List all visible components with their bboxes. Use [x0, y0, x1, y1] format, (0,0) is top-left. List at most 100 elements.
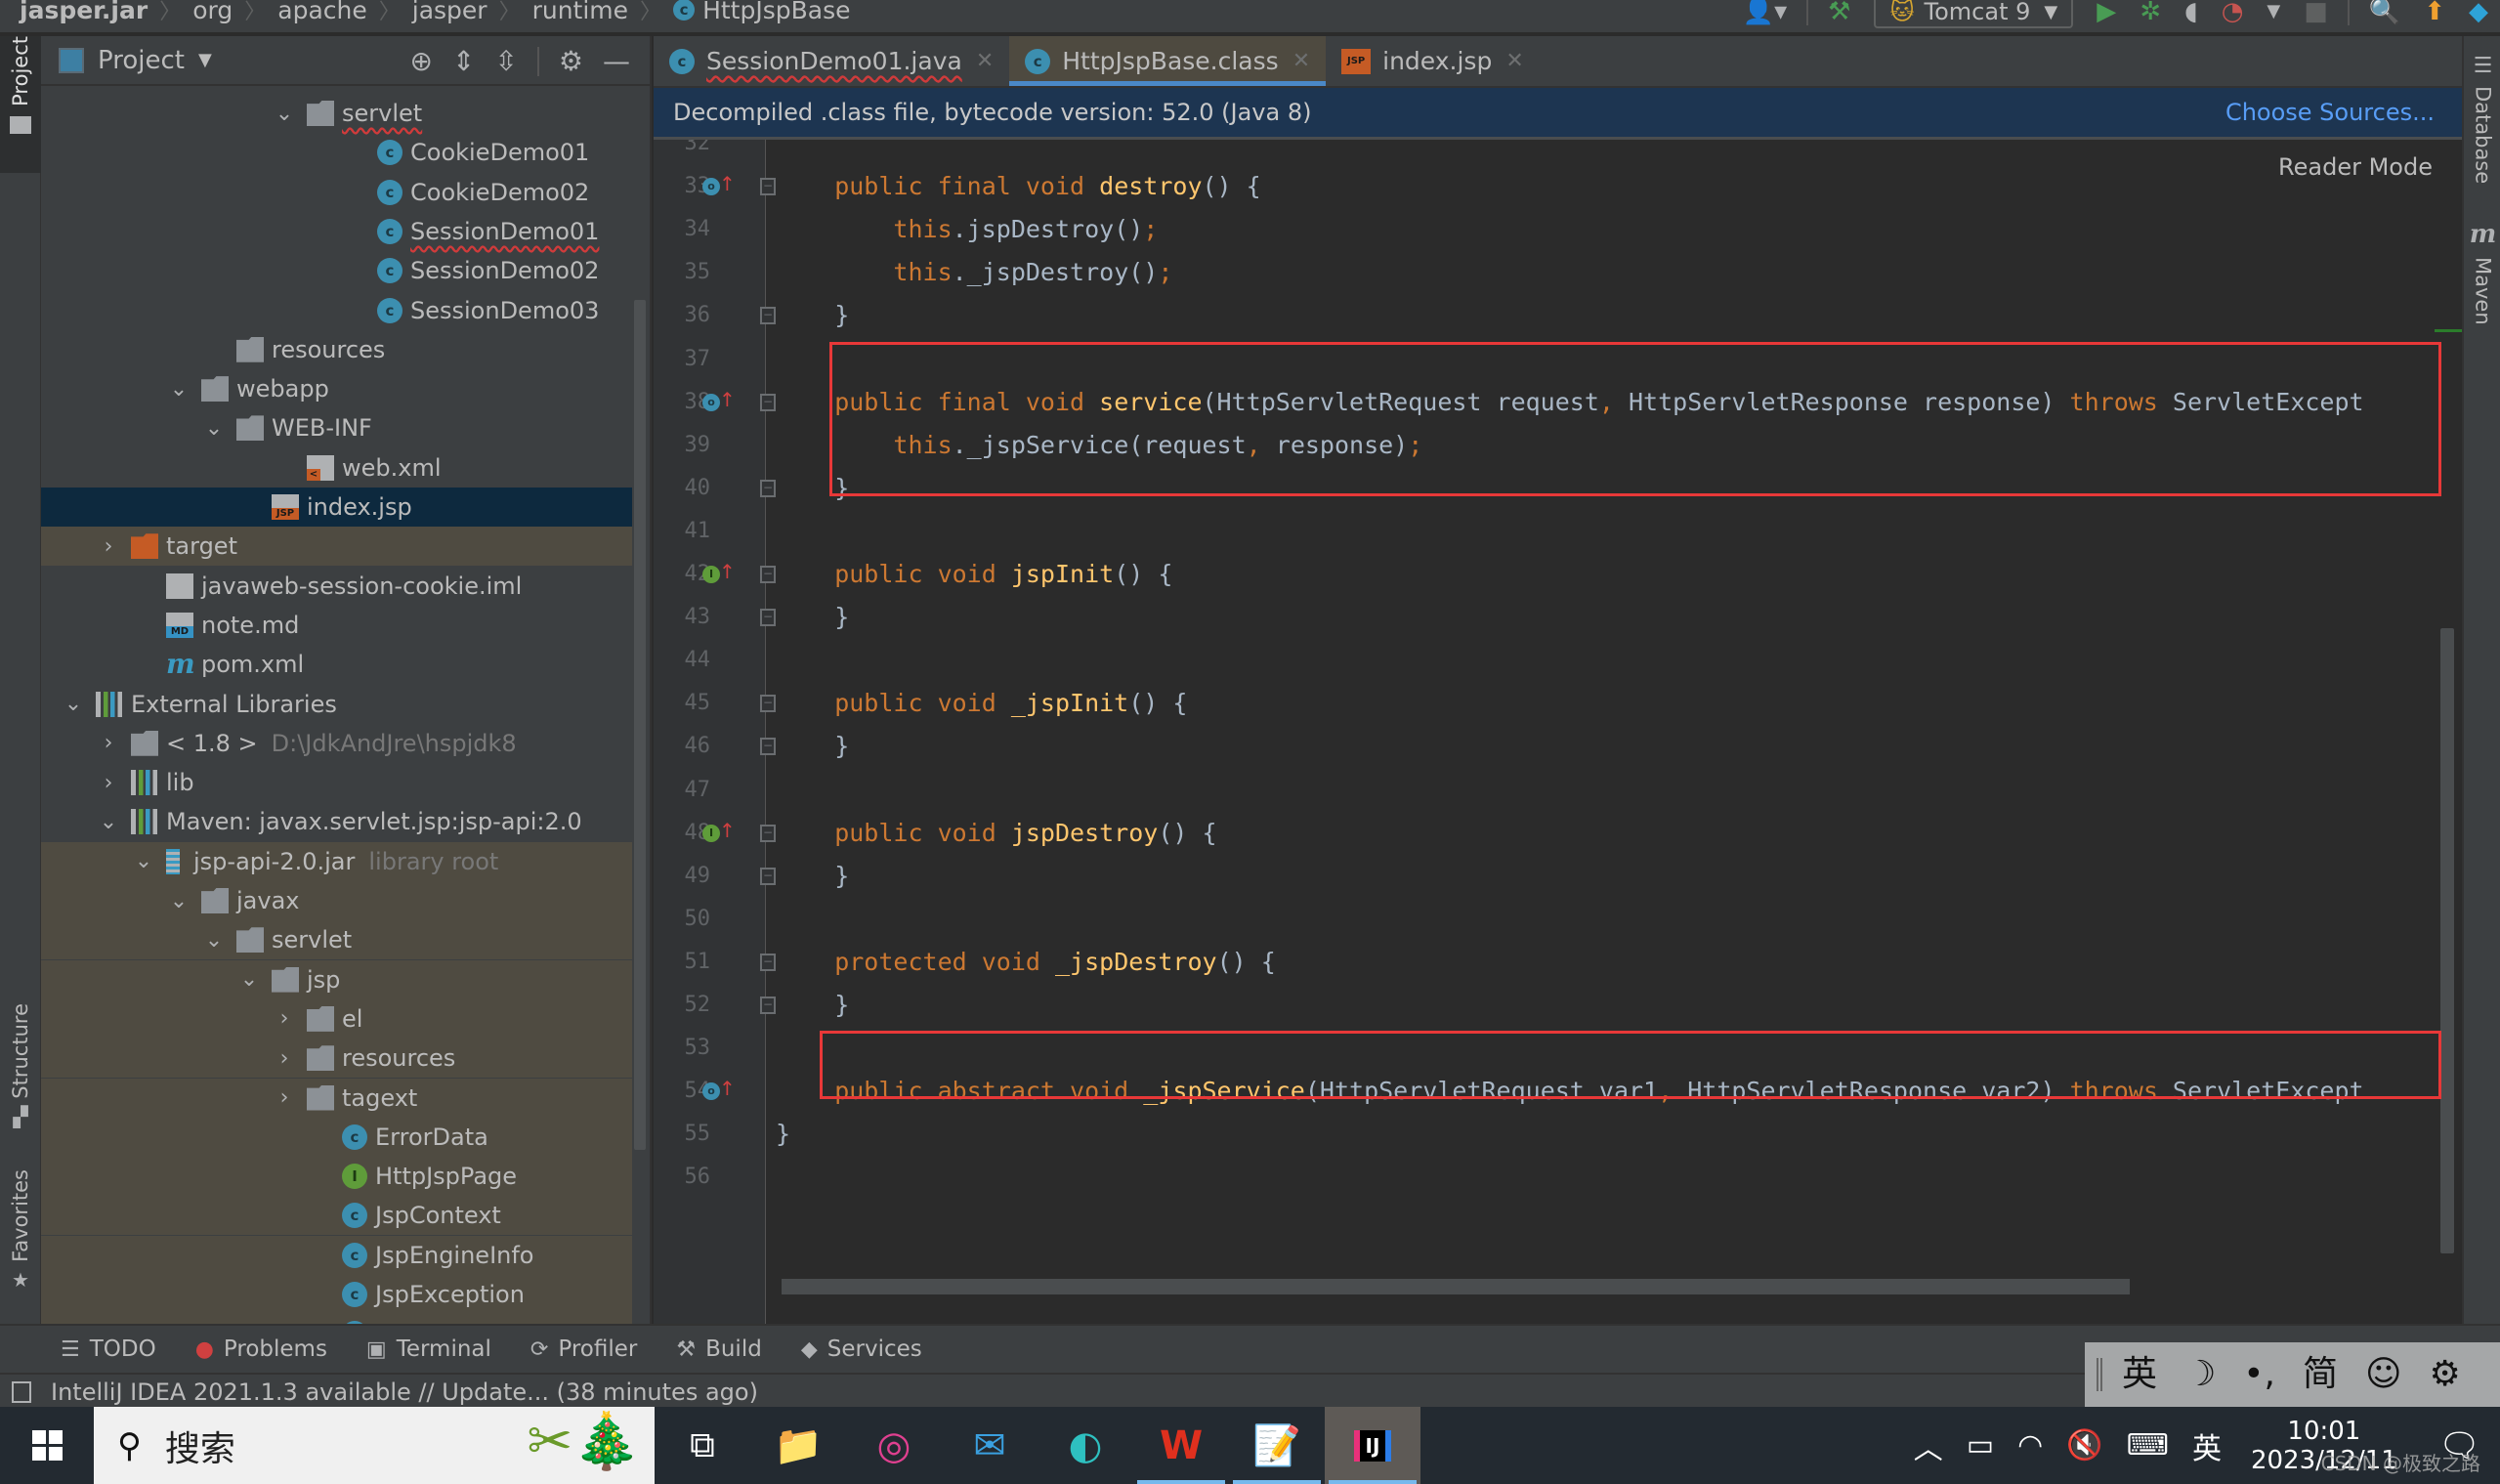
code-line[interactable]: public void jspInit() {: [776, 553, 1172, 596]
code-line[interactable]: this.jspDestroy();: [776, 208, 1158, 251]
expand-all-icon[interactable]: ⇕: [452, 45, 475, 77]
overrides-method-icon[interactable]: o ↑: [702, 1077, 736, 1104]
build-hammer-icon[interactable]: ⚒: [1828, 0, 1850, 26]
line-number[interactable]: 34: [654, 208, 711, 251]
tree-item[interactable]: ⌄ servlet: [41, 920, 632, 960]
editor-gutter[interactable]: 32 33 o ↑ 34 35 36 37 38 o ↑ 39 40 41 42 I ↑ 43 44 45 46 47 48…: [654, 140, 766, 1324]
tree-item[interactable]: c SessionDemo02: [41, 251, 632, 290]
code-line[interactable]: }: [776, 855, 849, 898]
line-number[interactable]: 46: [654, 725, 711, 768]
tree-item[interactable]: ⌄ jsp-api-2.0.jar library root: [41, 841, 632, 881]
tree-item[interactable]: ⌄ Maven: javax.servlet.jsp:jsp-api:2.0: [41, 802, 632, 841]
chevron-right-icon[interactable]: ›: [96, 731, 121, 755]
editor-tab-httpjspbase[interactable]: c HttpJspBase.class ✕: [1009, 36, 1327, 86]
colorful-app-icon[interactable]: ◎: [846, 1407, 942, 1484]
code-line[interactable]: protected void _jspDestroy() {: [776, 941, 1276, 984]
tree-item[interactable]: › tagext: [41, 1078, 632, 1118]
tool-tab-terminal[interactable]: ▣ Terminal: [366, 1336, 491, 1362]
fold-end-icon[interactable]: −: [760, 307, 776, 325]
implements-method-icon[interactable]: I ↑: [702, 560, 736, 587]
notepad-plus-plus-icon[interactable]: 📝: [1229, 1407, 1325, 1484]
edge-browser-icon[interactable]: ◐: [1038, 1407, 1133, 1484]
chevron-right-icon[interactable]: ›: [272, 1046, 297, 1071]
update-icon[interactable]: ⬆: [2424, 0, 2445, 26]
line-number[interactable]: 43: [654, 596, 711, 639]
code-area[interactable]: public final void destroy() { this.jspDe…: [766, 140, 2433, 1324]
tree-item[interactable]: ⌄ WEB-INF: [41, 408, 632, 447]
tree-item[interactable]: note.md: [41, 606, 632, 645]
breadcrumb-item[interactable]: jasper: [412, 0, 487, 24]
start-button[interactable]: [0, 1407, 94, 1484]
gear-icon[interactable]: ⚙: [559, 45, 583, 77]
tool-tab-services[interactable]: ◆ Services: [801, 1336, 922, 1362]
task-view-button[interactable]: ⧉: [655, 1407, 750, 1484]
fold-start-icon[interactable]: −: [760, 393, 776, 411]
tree-item[interactable]: resources: [41, 330, 632, 369]
chevron-down-icon[interactable]: ⌄: [61, 692, 86, 716]
locate-file-icon[interactable]: ⊕: [409, 45, 432, 77]
close-icon[interactable]: ✕: [976, 49, 994, 73]
hide-icon[interactable]: —: [603, 45, 630, 77]
tree-item[interactable]: ⌄ javax: [41, 881, 632, 920]
line-number[interactable]: 52: [654, 984, 711, 1027]
ime-settings-icon[interactable]: ⚙: [2430, 1355, 2461, 1394]
coverage-icon[interactable]: ◖: [2184, 0, 2198, 26]
tree-item[interactable]: c CookieDemo02: [41, 173, 632, 212]
line-number[interactable]: 51: [654, 941, 711, 984]
line-number[interactable]: 49: [654, 855, 711, 898]
chevron-down-icon[interactable]: ⌄: [201, 928, 227, 953]
editor-tab-index-jsp[interactable]: JSP index.jsp ✕: [1326, 36, 1540, 86]
code-line[interactable]: public void jspDestroy() {: [776, 812, 1216, 855]
code-line[interactable]: public void _jspInit() {: [776, 682, 1187, 725]
mail-icon[interactable]: ✉: [942, 1407, 1038, 1484]
fold-end-icon[interactable]: −: [760, 479, 776, 497]
implements-method-icon[interactable]: I ↑: [702, 819, 736, 846]
line-number[interactable]: 40: [654, 467, 711, 510]
chevron-down-icon[interactable]: ⌄: [236, 967, 262, 992]
toolbox-icon[interactable]: ◆: [2469, 0, 2488, 26]
code-line[interactable]: this._jspDestroy();: [776, 251, 1172, 294]
chevron-right-icon[interactable]: ›: [96, 534, 121, 559]
tree-item[interactable]: ⌄ servlet: [41, 94, 632, 133]
toggle-tool-windows-icon[interactable]: [12, 1380, 31, 1403]
line-number[interactable]: 41: [654, 510, 711, 553]
chevron-down-icon[interactable]: ⌄: [166, 377, 191, 402]
overrides-method-icon[interactable]: o ↑: [702, 172, 736, 199]
tool-tab-profiler[interactable]: ⟳ Profiler: [530, 1336, 637, 1362]
debug-icon[interactable]: ✲: [2140, 0, 2161, 26]
breadcrumb-item[interactable]: apache: [277, 0, 366, 24]
tree-item[interactable]: c SessionDemo03: [41, 291, 632, 330]
overrides-method-icon[interactable]: o ↑: [702, 388, 736, 415]
project-view-selector[interactable]: Project: [98, 46, 185, 75]
line-number[interactable]: 39: [654, 424, 711, 467]
tree-item[interactable]: javaweb-session-cookie.iml: [41, 567, 632, 606]
line-number[interactable]: 45: [654, 682, 711, 725]
tree-item[interactable]: ⌄ External Libraries: [41, 685, 632, 724]
tree-item[interactable]: cJspFactory: [41, 1314, 632, 1324]
breadcrumb-item[interactable]: org: [192, 0, 233, 24]
tool-window-database-tab[interactable]: ☰ Database: [2464, 54, 2500, 184]
line-number[interactable]: 35: [654, 251, 711, 294]
chevron-up-icon[interactable]: ︿: [1914, 1424, 1943, 1467]
tool-tab-todo[interactable]: ☰ TODO: [61, 1336, 156, 1362]
project-tree-scrollbar[interactable]: [634, 300, 646, 1150]
tool-tab-build[interactable]: ⚒ Build: [676, 1336, 761, 1362]
ime-punctuation-icon[interactable]: •,: [2243, 1355, 2275, 1394]
chevron-down-icon[interactable]: ⌄: [166, 889, 191, 913]
fold-end-icon[interactable]: −: [760, 867, 776, 885]
line-number[interactable]: 37: [654, 338, 711, 381]
chevron-down-icon[interactable]: ⌄: [96, 810, 121, 834]
chevron-down-icon[interactable]: ▼: [2267, 0, 2280, 26]
run-configuration-selector[interactable]: 🐱 Tomcat 9 ▼: [1874, 0, 2074, 28]
breadcrumb-item[interactable]: runtime: [532, 0, 628, 24]
breadcrumb-item[interactable]: HttpJspBase: [702, 0, 850, 24]
search-icon[interactable]: 🔍: [2369, 0, 2400, 26]
tree-item[interactable]: › < 1.8 > D:\JdkAndJre\hspjdk8: [41, 724, 632, 763]
chevron-right-icon[interactable]: ›: [272, 1006, 297, 1031]
close-icon[interactable]: ✕: [1292, 49, 1310, 73]
fold-start-icon[interactable]: −: [760, 695, 776, 713]
line-number[interactable]: 47: [654, 769, 711, 812]
fold-end-icon[interactable]: −: [760, 738, 776, 756]
tree-item[interactable]: › target: [41, 527, 632, 567]
tree-item[interactable]: I HttpJspPage: [41, 1157, 632, 1197]
